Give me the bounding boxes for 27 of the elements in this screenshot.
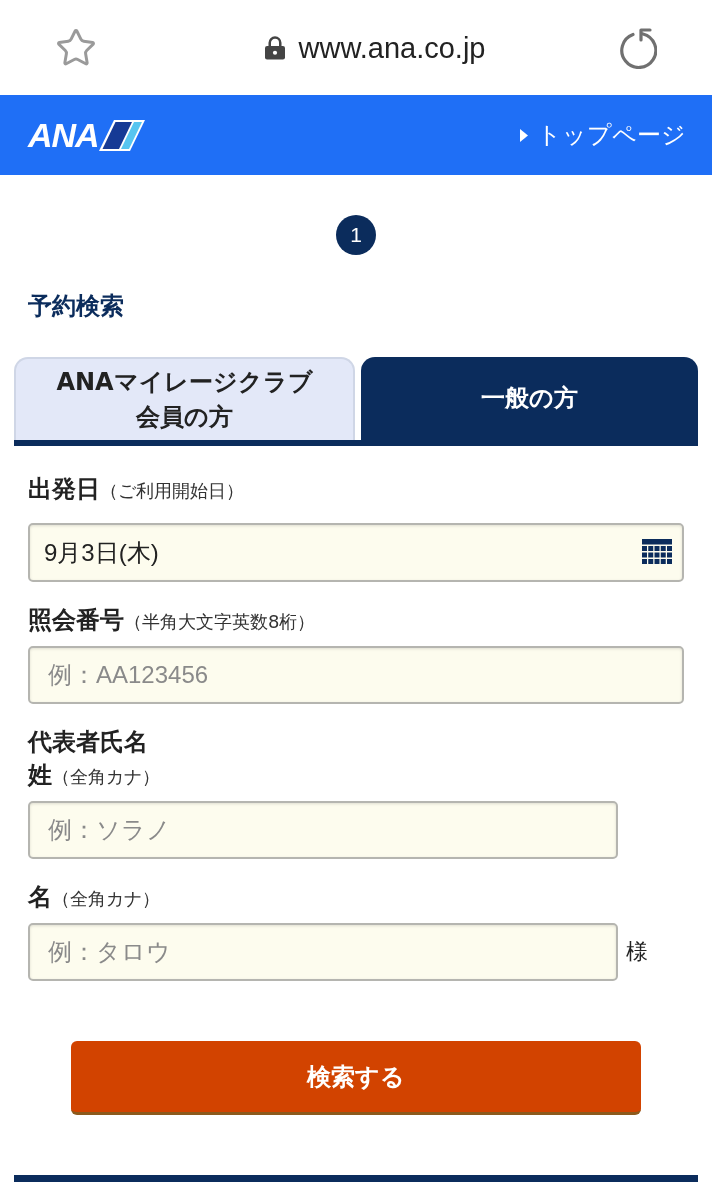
date-field[interactable]: 9月3日(木) xyxy=(28,523,684,582)
field-note: （半角大文字英数8桁） xyxy=(124,610,316,634)
field-note: （ご利用開始日） xyxy=(100,479,244,503)
input-field[interactable]: 例：AA123456 xyxy=(28,646,684,704)
field-note: （全角カナ） xyxy=(52,765,160,789)
section-title: 予約検索 xyxy=(28,292,124,321)
search-button[interactable]: 検索する xyxy=(71,1041,641,1115)
lock-icon xyxy=(264,35,285,60)
logo-stripes-icon xyxy=(98,119,145,151)
caret-icon xyxy=(520,128,528,142)
calendar-icon[interactable] xyxy=(642,539,672,565)
field-label: 出発日 xyxy=(28,475,100,504)
top-page-link[interactable]: トップページ xyxy=(520,120,686,150)
field-label: 名 xyxy=(28,883,52,912)
tab[interactable]: ANAマイレージクラブ 会員の方 xyxy=(14,357,355,440)
field-note: （全角カナ） xyxy=(52,887,160,911)
reload-icon[interactable] xyxy=(617,26,657,69)
input-field[interactable]: 例：ソラノ xyxy=(28,801,618,859)
step-indicator: 1 xyxy=(336,215,376,255)
logo-text[interactable]: ANA xyxy=(28,117,99,153)
field-label: 姓 xyxy=(28,761,52,790)
suffix-text: 様 xyxy=(626,938,648,966)
field-heading: 代表者氏名 xyxy=(28,728,148,757)
tab[interactable]: 一般の方 xyxy=(361,357,698,440)
url-text[interactable]: www.ana.co.jp xyxy=(298,30,486,65)
input-field[interactable]: 例：タロウ xyxy=(28,923,618,981)
field-label: 照会番号 xyxy=(28,606,124,635)
